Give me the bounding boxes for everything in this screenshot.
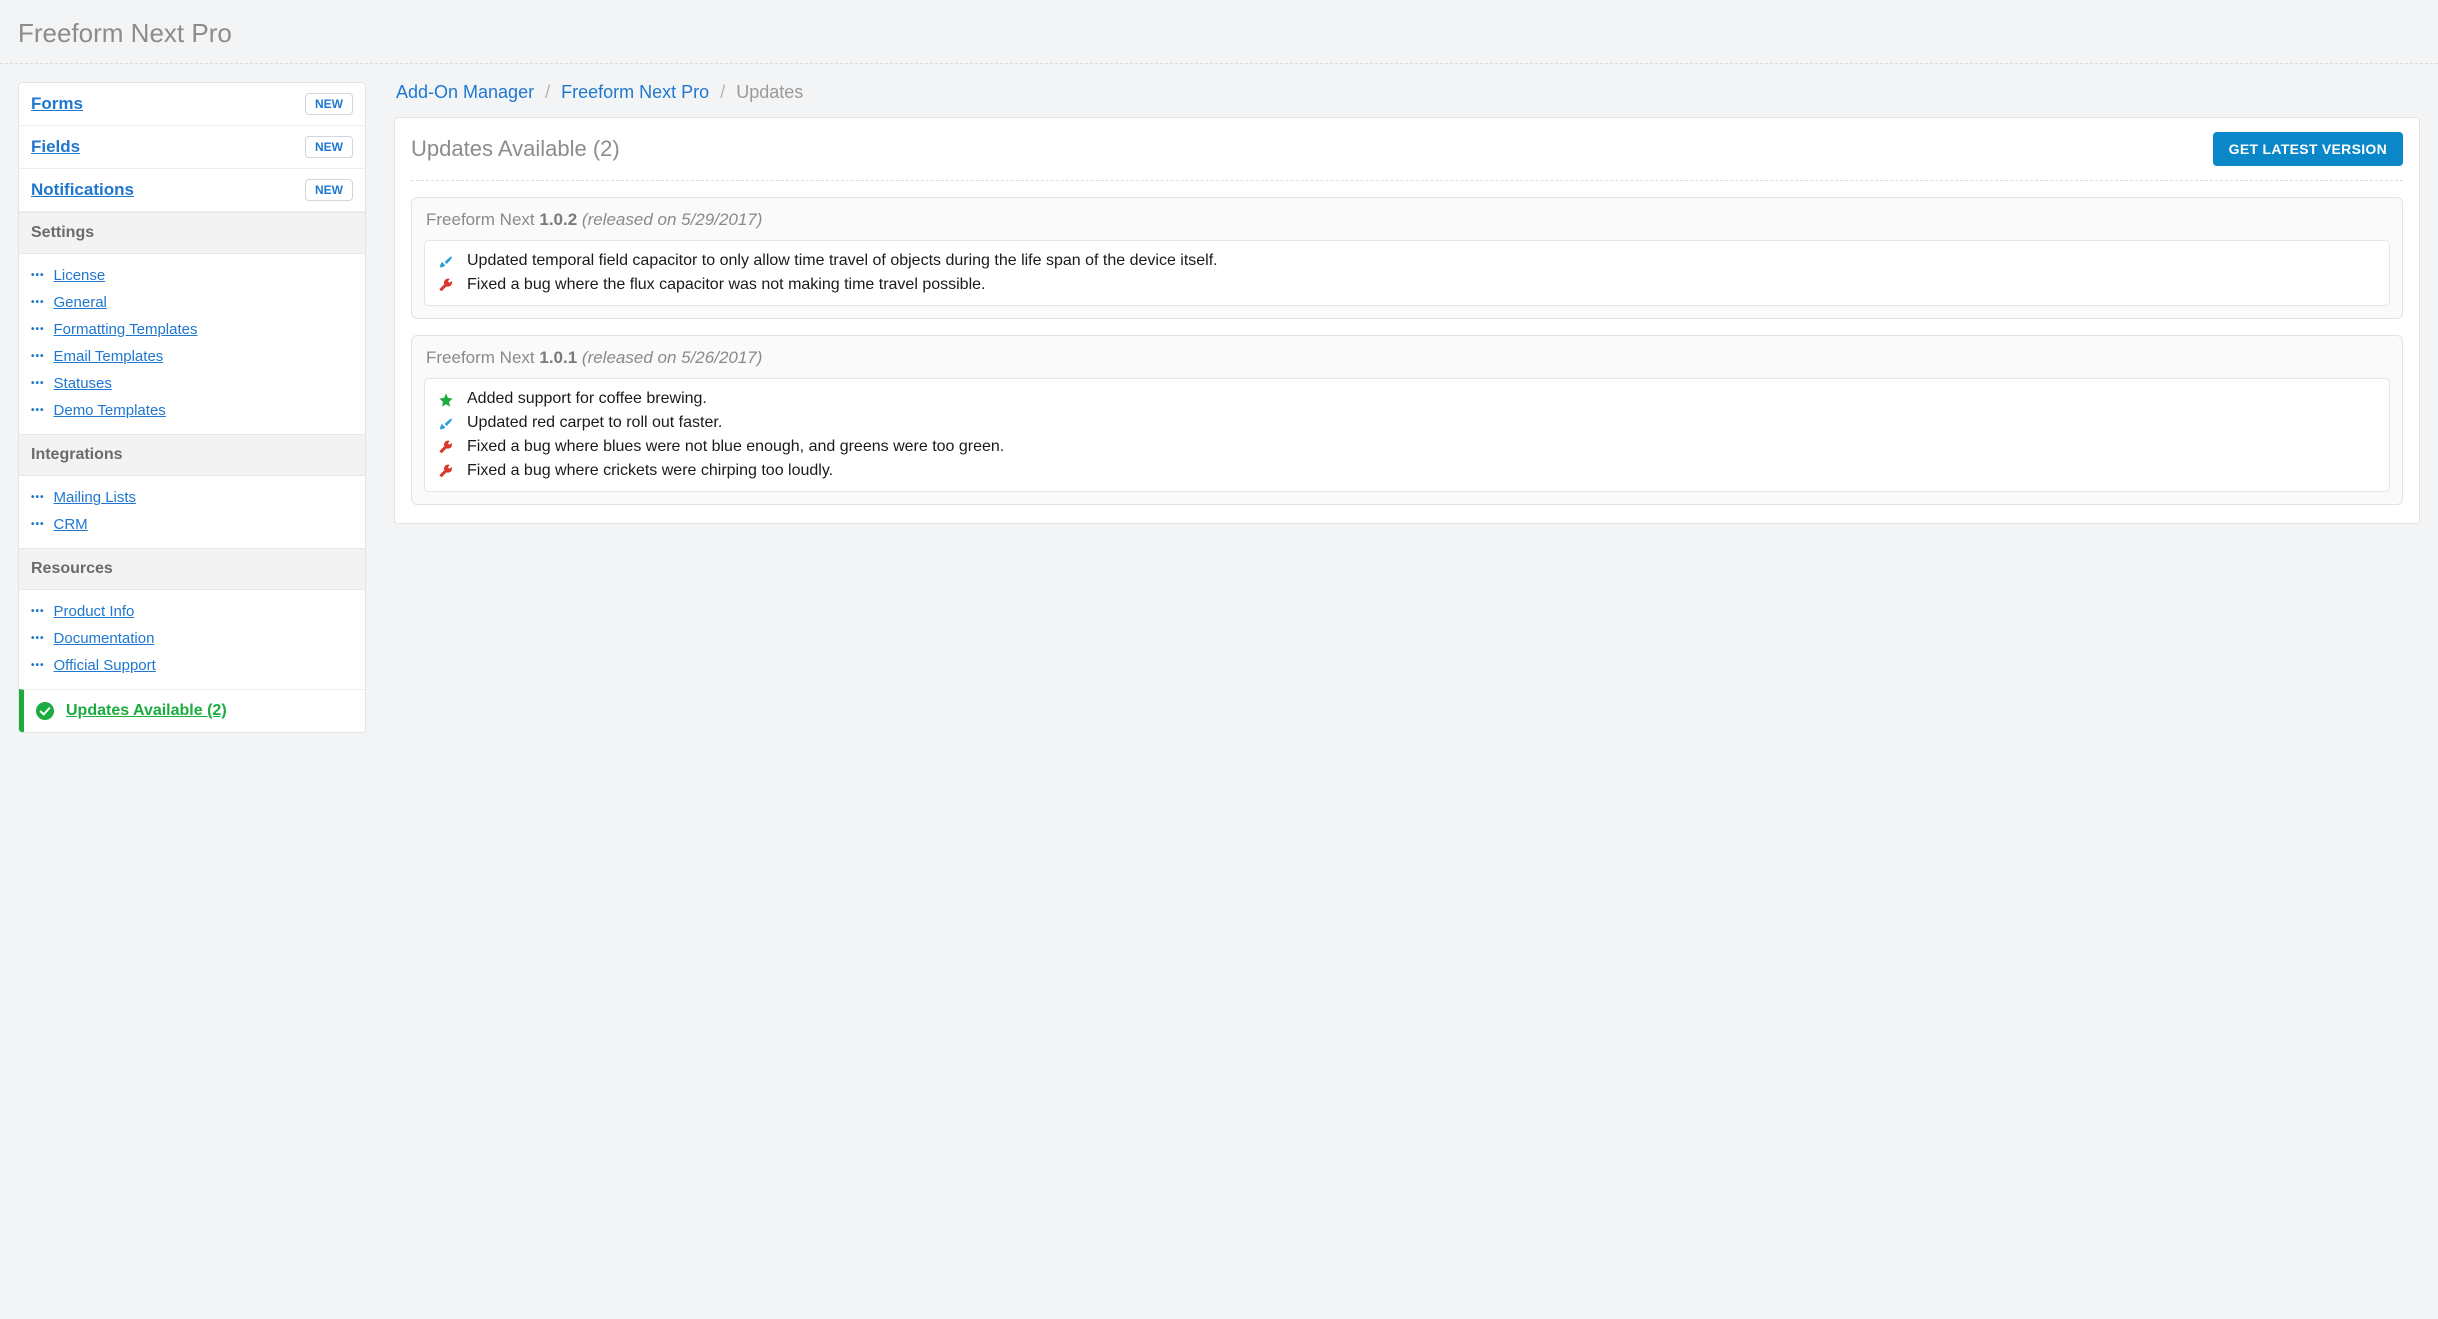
sidebar-item: ••• Mailing Lists (19, 484, 365, 511)
brush-icon (437, 414, 455, 432)
panel-heading: Updates Available (2) (411, 136, 620, 162)
sidebar-primary-link[interactable]: Fields (31, 137, 80, 157)
drag-dots-icon: ••• (31, 606, 45, 617)
star-icon (437, 390, 455, 408)
sidebar-item: ••• Formatting Templates (19, 316, 365, 343)
wrench-icon (437, 438, 455, 456)
sidebar-item-link[interactable]: License (54, 267, 106, 284)
new-badge[interactable]: NEW (305, 136, 353, 158)
brush-icon (437, 252, 455, 270)
changes-list: Added support for coffee brewing. Updated… (424, 378, 2390, 492)
sidebar-primary-item: Notifications NEW (19, 169, 365, 212)
check-circle-icon (36, 702, 54, 720)
get-latest-version-button[interactable]: GET LATEST VERSION (2213, 132, 2403, 166)
breadcrumb-current: Updates (736, 82, 803, 102)
change-text: Added support for coffee brewing. (467, 390, 707, 408)
release-block: Freeform Next 1.0.2 (released on 5/29/20… (411, 197, 2403, 319)
release-title: Freeform Next 1.0.1 (released on 5/26/20… (424, 346, 2390, 378)
sidebar-item-link[interactable]: Official Support (54, 657, 156, 674)
wrench-icon (437, 462, 455, 480)
sidebar-updates-link[interactable]: Updates Available (2) (66, 702, 227, 720)
release-version: 1.0.1 (539, 348, 577, 367)
change-text: Updated temporal field capacitor to only… (467, 252, 1218, 270)
sidebar-item: ••• Email Templates (19, 343, 365, 370)
wrench-icon (437, 276, 455, 294)
drag-dots-icon: ••• (31, 519, 45, 530)
release-version: 1.0.2 (539, 210, 577, 229)
sidebar-section-list: ••• Mailing Lists ••• CRM (19, 476, 365, 548)
sidebar-item-link[interactable]: Statuses (54, 375, 112, 392)
drag-dots-icon: ••• (31, 492, 45, 503)
sidebar-item: ••• General (19, 289, 365, 316)
new-badge[interactable]: NEW (305, 93, 353, 115)
sidebar-item-link[interactable]: General (54, 294, 107, 311)
change-item: Fixed a bug where the flux capacitor was… (435, 273, 2379, 297)
sidebar-section-list: ••• Product Info ••• Documentation ••• Offici… (19, 590, 365, 689)
sidebar-item-link[interactable]: Demo Templates (54, 402, 166, 419)
updates-panel: Updates Available (2) GET LATEST VERSION… (394, 117, 2420, 524)
change-item: Updated temporal field capacitor to only… (435, 249, 2379, 273)
sidebar-primary-item: Fields NEW (19, 126, 365, 169)
sidebar-item: ••• Demo Templates (19, 397, 365, 424)
sidebar-primary-item: Forms NEW (19, 83, 365, 126)
new-badge[interactable]: NEW (305, 179, 353, 201)
sidebar-item: ••• Product Info (19, 598, 365, 625)
sidebar-item-link[interactable]: Product Info (54, 603, 135, 620)
sidebar-section-list: ••• License ••• General ••• Formatting Templa… (19, 254, 365, 434)
change-item: Fixed a bug where crickets were chirping… (435, 459, 2379, 483)
breadcrumb-addon-manager[interactable]: Add-On Manager (396, 82, 534, 102)
sidebar-section-header: Resources (19, 548, 365, 590)
breadcrumb: Add-On Manager / Freeform Next Pro / Upd… (394, 82, 2420, 117)
sidebar: Forms NEW Fields NEW Notifications NEW Settin… (18, 82, 366, 733)
sidebar-primary-link[interactable]: Notifications (31, 180, 134, 200)
release-date: (released on 5/26/2017) (582, 348, 763, 367)
sidebar-item-link[interactable]: Mailing Lists (54, 489, 137, 506)
breadcrumb-freeform-next-pro[interactable]: Freeform Next Pro (561, 82, 709, 102)
drag-dots-icon: ••• (31, 405, 45, 416)
release-block: Freeform Next 1.0.1 (released on 5/26/20… (411, 335, 2403, 505)
drag-dots-icon: ••• (31, 378, 45, 389)
release-product: Freeform Next (426, 210, 539, 229)
drag-dots-icon: ••• (31, 351, 45, 362)
change-item: Added support for coffee brewing. (435, 387, 2379, 411)
sidebar-item-link[interactable]: Formatting Templates (54, 321, 198, 338)
release-title: Freeform Next 1.0.2 (released on 5/29/20… (424, 208, 2390, 240)
change-text: Fixed a bug where the flux capacitor was… (467, 276, 985, 294)
sidebar-primary-link[interactable]: Forms (31, 94, 83, 114)
sidebar-item-updates-available[interactable]: Updates Available (2) (19, 689, 365, 732)
sidebar-section-header: Settings (19, 212, 365, 254)
drag-dots-icon: ••• (31, 297, 45, 308)
change-item: Fixed a bug where blues were not blue en… (435, 435, 2379, 459)
sidebar-item: ••• CRM (19, 511, 365, 538)
release-product: Freeform Next (426, 348, 539, 367)
changes-list: Updated temporal field capacitor to only… (424, 240, 2390, 306)
change-item: Updated red carpet to roll out faster. (435, 411, 2379, 435)
drag-dots-icon: ••• (31, 270, 45, 281)
sidebar-item: ••• License (19, 262, 365, 289)
sidebar-item-link[interactable]: Documentation (54, 630, 155, 647)
sidebar-item-link[interactable]: Email Templates (54, 348, 164, 365)
change-text: Fixed a bug where blues were not blue en… (467, 438, 1004, 456)
sidebar-item-link[interactable]: CRM (54, 516, 88, 533)
sidebar-item: ••• Statuses (19, 370, 365, 397)
sidebar-item: ••• Documentation (19, 625, 365, 652)
sidebar-item: ••• Official Support (19, 652, 365, 679)
drag-dots-icon: ••• (31, 633, 45, 644)
drag-dots-icon: ••• (31, 660, 45, 671)
page-title: Freeform Next Pro (0, 0, 2438, 64)
main-content: Add-On Manager / Freeform Next Pro / Upd… (394, 82, 2420, 524)
change-text: Fixed a bug where crickets were chirping… (467, 462, 833, 480)
drag-dots-icon: ••• (31, 324, 45, 335)
breadcrumb-separator: / (545, 82, 550, 102)
release-date: (released on 5/29/2017) (582, 210, 763, 229)
change-text: Updated red carpet to roll out faster. (467, 414, 722, 432)
breadcrumb-separator: / (720, 82, 725, 102)
sidebar-section-header: Integrations (19, 434, 365, 476)
